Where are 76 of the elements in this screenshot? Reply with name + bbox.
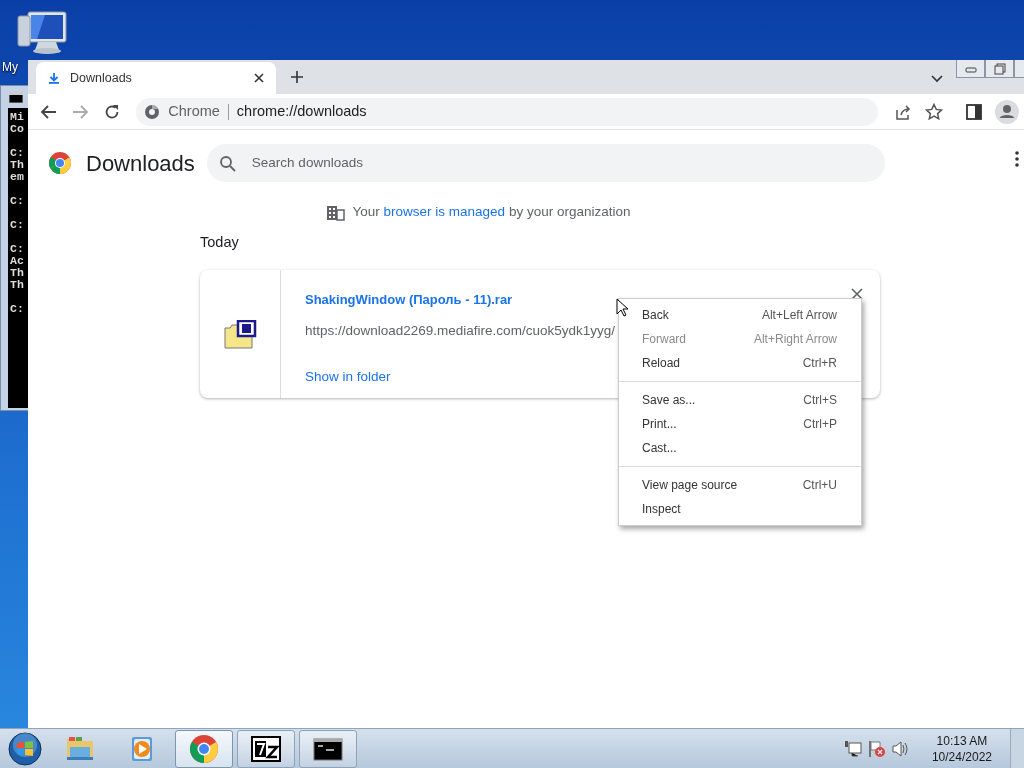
shortcut-text: Ctrl+R <box>802 355 837 372</box>
shortcut-text: Alt+Right Arrow <box>753 331 837 348</box>
show-in-folder-link[interactable]: Show in folder <box>305 367 391 388</box>
menu-item[interactable]: Reload Ctrl+R <box>619 351 861 375</box>
menu-item-label: Reload <box>642 355 681 372</box>
menu-item[interactable]: Cast... <box>619 436 861 460</box>
console-icon <box>9 92 23 103</box>
share-icon[interactable] <box>893 102 912 121</box>
console-text: em <box>10 171 25 183</box>
icon-label[interactable]: My <box>2 58 18 76</box>
shortcut-text: Alt+Left Arrow <box>761 307 837 324</box>
network-icon[interactable] <box>843 740 862 757</box>
back-arrow-icon[interactable] <box>39 102 58 121</box>
more-menu-icon[interactable] <box>1015 151 1019 167</box>
chevron-down-icon[interactable] <box>931 75 943 83</box>
building-icon <box>325 203 345 222</box>
clock-date: 10/24/2022 <box>931 748 992 765</box>
speaker-icon[interactable] <box>891 739 910 758</box>
file-name-link[interactable]: ShakingWindow (Пароль - 11).rar <box>305 292 513 307</box>
url-text: chrome://downloads <box>236 101 367 121</box>
chrome-logo-icon <box>48 151 72 175</box>
chrome-icon <box>144 103 161 120</box>
clock[interactable]: 10:13 AM 10/24/2022 <box>931 732 992 765</box>
flag-icon[interactable] <box>867 739 886 758</box>
menu-item[interactable]: Inspect <box>619 497 861 521</box>
managed-notice: Your browser is managed by your organization <box>352 203 631 221</box>
menu-item[interactable]: Save as... Ctrl+S <box>619 388 861 412</box>
console-text: C: <box>10 195 25 207</box>
download-icon <box>48 72 60 84</box>
close-icon[interactable] <box>850 287 864 301</box>
menu-item-label: Save as... <box>642 392 696 409</box>
menu-item-label: View page source <box>642 477 738 494</box>
file-url: https://download2269.mediafire.com/cuok5ydk1yyg/ <box>305 322 615 340</box>
profile-icon[interactable] <box>995 99 1020 124</box>
side-panel-icon[interactable] <box>964 102 983 121</box>
menu-item[interactable]: Print... Ctrl+P <box>619 412 861 436</box>
restore-button[interactable] <box>985 60 1014 78</box>
managed-link[interactable]: browser is managed <box>383 204 506 219</box>
console-text: C: <box>10 147 25 159</box>
console-text: Mi <box>10 111 25 123</box>
star-icon[interactable] <box>925 102 944 121</box>
menu-item-label: Inspect <box>642 501 681 518</box>
close-icon[interactable] <box>253 72 265 84</box>
windows-logo-icon <box>8 731 42 766</box>
restore-icon <box>993 62 1006 75</box>
address-bar[interactable]: Chrome chrome://downloads <box>136 97 879 126</box>
menu-item[interactable]: View page source Ctrl+U <box>619 473 861 497</box>
chrome-icon <box>188 732 220 765</box>
taskbar-button[interactable] <box>299 729 357 768</box>
console-text: Th <box>10 267 25 279</box>
section-heading: Today <box>200 233 240 253</box>
search-bar[interactable]: Search downloads <box>206 144 885 182</box>
console-text: Th <box>10 159 25 171</box>
tab-title: Downloads <box>70 69 133 87</box>
page-title: Downloads <box>86 149 195 178</box>
clock-time: 10:13 AM <box>936 732 988 749</box>
console-text: Ac <box>10 255 25 267</box>
search-field[interactable]: Search downloads <box>249 151 873 175</box>
plus-icon[interactable] <box>290 70 304 84</box>
menu-item-label: Forward <box>642 331 686 348</box>
menu-item-label: Cast... <box>642 440 677 457</box>
menu-item-label: Back <box>642 307 669 324</box>
menu-item-label: Print... <box>642 416 677 433</box>
search-icon <box>218 154 236 172</box>
browser-tab[interactable]: Downloads <box>36 62 276 94</box>
console-text: Th <box>10 279 25 291</box>
console-text: C: <box>10 243 25 255</box>
console-text: C: <box>10 219 25 231</box>
shortcut-text: Ctrl+S <box>803 392 837 409</box>
shortcut-text: Ctrl+U <box>802 477 837 494</box>
shortcut-text: Ctrl+P <box>803 416 837 433</box>
site-label: Chrome <box>168 101 220 121</box>
console-text: C: <box>10 303 25 315</box>
console-text: Co <box>10 123 25 135</box>
archive-file-icon <box>223 319 257 349</box>
taskbar-button[interactable] <box>237 729 295 768</box>
